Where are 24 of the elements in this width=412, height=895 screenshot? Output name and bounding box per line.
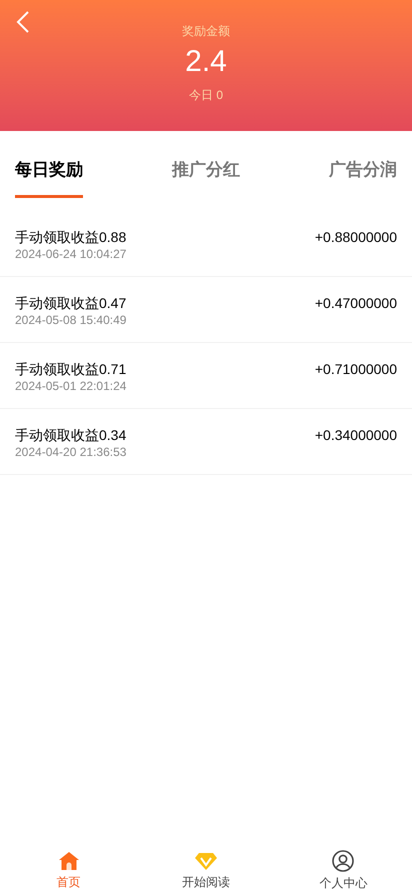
record-amount: +0.71000000 (314, 360, 397, 378)
tab[interactable]: 广告分润 (329, 157, 397, 198)
user-icon (332, 850, 354, 872)
nav-item[interactable]: 个人中心 (298, 850, 388, 892)
record-time: 2024-05-08 15:40:49 (15, 312, 126, 328)
tab[interactable]: 每日奖励 (15, 157, 83, 198)
record-time: 2024-06-24 10:04:27 (15, 246, 126, 262)
today-amount: 今日 0 (188, 87, 223, 104)
back-icon[interactable] (16, 11, 30, 33)
reward-amount: 2.4 (185, 44, 227, 80)
tab[interactable]: 推广分红 (172, 157, 240, 198)
reward-label: 奖励金额 (182, 23, 230, 40)
home-icon (58, 850, 80, 870)
record-amount: +0.34000000 (314, 426, 397, 444)
record-title: 手动领取收益0.34 (15, 426, 126, 444)
nav-item[interactable]: 开始阅读 (160, 850, 251, 890)
record-time: 2024-04-20 21:36:53 (15, 444, 126, 460)
record-amount: +0.47000000 (314, 294, 397, 312)
record-title: 手动领取收益0.47 (15, 294, 126, 312)
diamond-icon (194, 850, 218, 870)
record-title: 手动领取收益0.71 (15, 360, 126, 378)
record-amount: +0.88000000 (314, 228, 397, 246)
record-time: 2024-05-01 22:01:24 (15, 378, 126, 394)
record-title: 手动领取收益0.88 (15, 228, 126, 246)
